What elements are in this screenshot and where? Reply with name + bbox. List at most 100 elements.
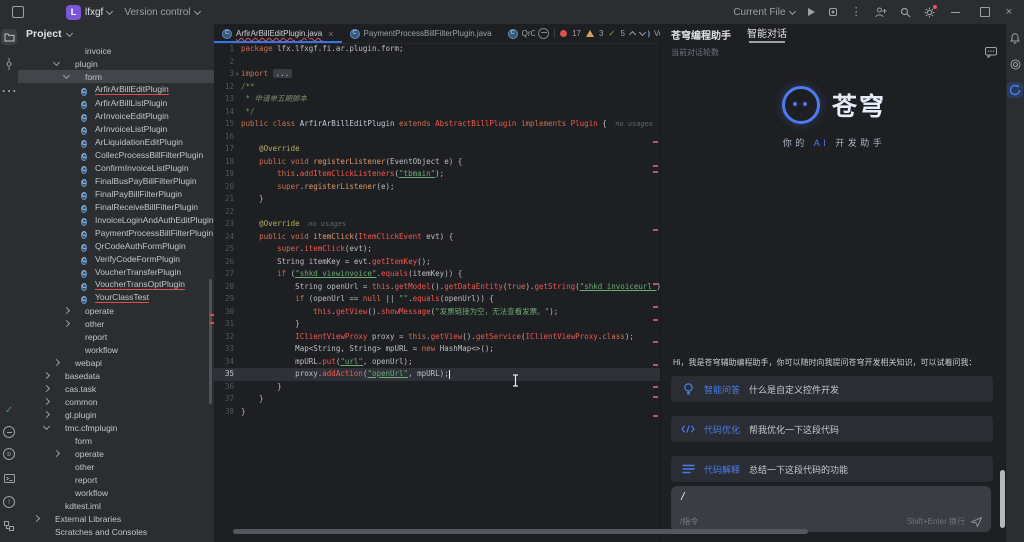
line-number[interactable]: 30: [214, 306, 241, 319]
line-number[interactable]: 19: [214, 168, 241, 181]
collapsed-chevron-icon[interactable]: [42, 412, 51, 417]
next-problem-icon[interactable]: [639, 29, 646, 36]
terminal-tool-icon[interactable]: [1, 470, 17, 486]
error-stripe-mark[interactable]: [653, 306, 658, 308]
project-selector[interactable]: L lfxgf: [66, 5, 112, 20]
run-config-selector[interactable]: Current File: [733, 7, 794, 18]
minimize-icon[interactable]: [948, 4, 964, 20]
maximize-icon[interactable]: [977, 4, 993, 20]
editor-tab-arfirarbilleditplugin-java[interactable]: CArfirArBillEditPlugin.java×: [214, 24, 342, 43]
tree-item-confirminvoicelistplugin[interactable]: CConfirmInvoiceListPlugin: [18, 161, 214, 174]
more-actions-icon[interactable]: ⋮: [851, 7, 862, 17]
error-stripe-mark[interactable]: [653, 165, 658, 167]
tab-close-icon[interactable]: ×: [328, 29, 333, 39]
collapsed-chevron-icon[interactable]: [42, 386, 51, 391]
expanded-chevron-icon[interactable]: [62, 75, 71, 78]
tree-item-form[interactable]: form: [18, 434, 214, 447]
line-number[interactable]: 17: [214, 143, 241, 156]
tree-item-workflow[interactable]: workflow: [18, 343, 214, 356]
debug-icon[interactable]: [828, 7, 838, 17]
more-tools-icon[interactable]: ⋯: [1, 83, 17, 99]
tree-item-operate[interactable]: operate: [18, 447, 214, 460]
tree-item-yourclasstest[interactable]: CYourClassTest: [18, 291, 214, 304]
line-number[interactable]: 16: [214, 131, 241, 144]
error-stripe-mark[interactable]: [653, 141, 658, 143]
tree-item-arfirarbilllistplugin[interactable]: CArfirArBillListPlugin: [18, 96, 214, 109]
line-number[interactable]: 33: [214, 343, 241, 356]
line-number[interactable]: 12: [214, 81, 241, 94]
collapsed-chevron-icon[interactable]: [52, 451, 61, 456]
highlight-level-icon[interactable]: [538, 28, 549, 39]
error-stripe-mark[interactable]: [653, 364, 658, 366]
search-icon[interactable]: [900, 7, 911, 18]
line-number[interactable]: 38: [214, 406, 241, 419]
error-stripe-mark[interactable]: [653, 229, 658, 231]
vcs-widget[interactable]: Version control: [124, 7, 199, 18]
tree-item-collecprocessbillfilterplugin[interactable]: CCollecProcessBillFilterPlugin: [18, 148, 214, 161]
tree-item-external-libraries[interactable]: External Libraries: [18, 512, 214, 525]
tree-item-other[interactable]: other: [18, 460, 214, 473]
line-number[interactable]: 29: [214, 293, 241, 306]
ai-card-智能问答[interactable]: 智能问答什么是自定义控件开发: [671, 376, 993, 402]
error-stripe-mark[interactable]: [653, 341, 658, 343]
collapsed-chevron-icon[interactable]: [52, 360, 61, 365]
ai-history-icon[interactable]: [1007, 56, 1023, 72]
run-icon[interactable]: [808, 8, 815, 16]
tree-item-vouchertransferplugin[interactable]: CVoucherTransferPlugin: [18, 265, 214, 278]
chat-bubble-icon[interactable]: [985, 47, 997, 58]
tree-item-scratches-and-consoles[interactable]: Scratches and Consoles: [18, 525, 214, 538]
main-menu-icon[interactable]: [38, 4, 54, 20]
line-number[interactable]: 14: [214, 106, 241, 119]
error-stripe-mark[interactable]: [653, 396, 658, 398]
tree-item-other[interactable]: other: [18, 317, 214, 330]
ai-card-代码优化[interactable]: 代码优化帮我优化一下这段代码: [671, 416, 993, 442]
tree-item-common[interactable]: common: [18, 395, 214, 408]
build-tool-icon[interactable]: b: [3, 448, 15, 460]
tree-item-vouchertransoptplugin[interactable]: CVoucherTransOptPlugin: [18, 278, 214, 291]
error-stripe-mark[interactable]: [653, 283, 658, 285]
tree-item-finalbuspaybillfilterplugin[interactable]: CFinalBusPayBillFilterPlugin: [18, 174, 214, 187]
error-stripe-mark[interactable]: [653, 171, 658, 173]
tree-item-gl-plugin[interactable]: gl.plugin: [18, 408, 214, 421]
ai-assistant-tool-icon[interactable]: [1007, 82, 1023, 98]
tree-item-paymentprocessbillfilterplugin[interactable]: CPaymentProcessBillFilterPlugin: [18, 226, 214, 239]
collapsed-chevron-icon[interactable]: [42, 373, 51, 378]
tree-item-kdtest-iml[interactable]: kdtest.iml: [18, 499, 214, 512]
collapsed-chevron-icon[interactable]: [42, 399, 51, 404]
tree-item-arliquidationeditplugin[interactable]: CArLiquidationEditPlugin: [18, 135, 214, 148]
line-number[interactable]: 1: [214, 43, 241, 56]
tree-item-tmc-cfmplugin[interactable]: tmc.cfmplugin: [18, 421, 214, 434]
line-number[interactable]: 20: [214, 181, 241, 194]
line-number[interactable]: 27: [214, 268, 241, 281]
line-number[interactable]: 31: [214, 318, 241, 331]
tree-item-webapi[interactable]: webapi: [18, 356, 214, 369]
line-number[interactable]: 24: [214, 231, 241, 244]
tree-item-operate[interactable]: operate: [18, 304, 214, 317]
code-with-me-icon[interactable]: [875, 7, 887, 18]
line-number[interactable]: 36: [214, 381, 241, 394]
tree-item-invoice[interactable]: invoice: [18, 44, 214, 57]
services-tool-icon[interactable]: [1, 518, 17, 534]
line-number[interactable]: 26: [214, 256, 241, 269]
error-stripe-mark[interactable]: [653, 319, 658, 321]
close-icon[interactable]: ×: [1006, 7, 1012, 17]
line-number[interactable]: 34: [214, 356, 241, 369]
tree-item-cas-task[interactable]: cas.task: [18, 382, 214, 395]
project-panel-header[interactable]: Project: [18, 24, 214, 42]
window-icon[interactable]: [10, 4, 26, 20]
tree-item-finalreceivebillfilterplugin[interactable]: CFinalReceiveBillFilterPlugin: [18, 200, 214, 213]
tree-item-workflow[interactable]: workflow: [18, 486, 214, 499]
expanded-chevron-icon[interactable]: [52, 62, 61, 65]
notifications-bell-icon[interactable]: [1007, 30, 1023, 46]
ai-card-代码解释[interactable]: 代码解释总结一下这段代码的功能: [671, 456, 993, 482]
commit-tool-icon[interactable]: [1, 56, 17, 72]
line-number[interactable]: 28: [214, 281, 241, 294]
tree-item-finalpaybillfilterplugin[interactable]: CFinalPayBillFilterPlugin: [18, 187, 214, 200]
tree-item-form[interactable]: form: [18, 70, 214, 83]
line-number[interactable]: 13: [214, 93, 241, 106]
vcs-update-icon[interactable]: ✓: [5, 405, 13, 416]
no-entry-icon[interactable]: [3, 426, 15, 438]
line-number[interactable]: 22: [214, 206, 241, 219]
tree-item-report[interactable]: report: [18, 330, 214, 343]
error-stripe-mark[interactable]: [653, 415, 658, 417]
